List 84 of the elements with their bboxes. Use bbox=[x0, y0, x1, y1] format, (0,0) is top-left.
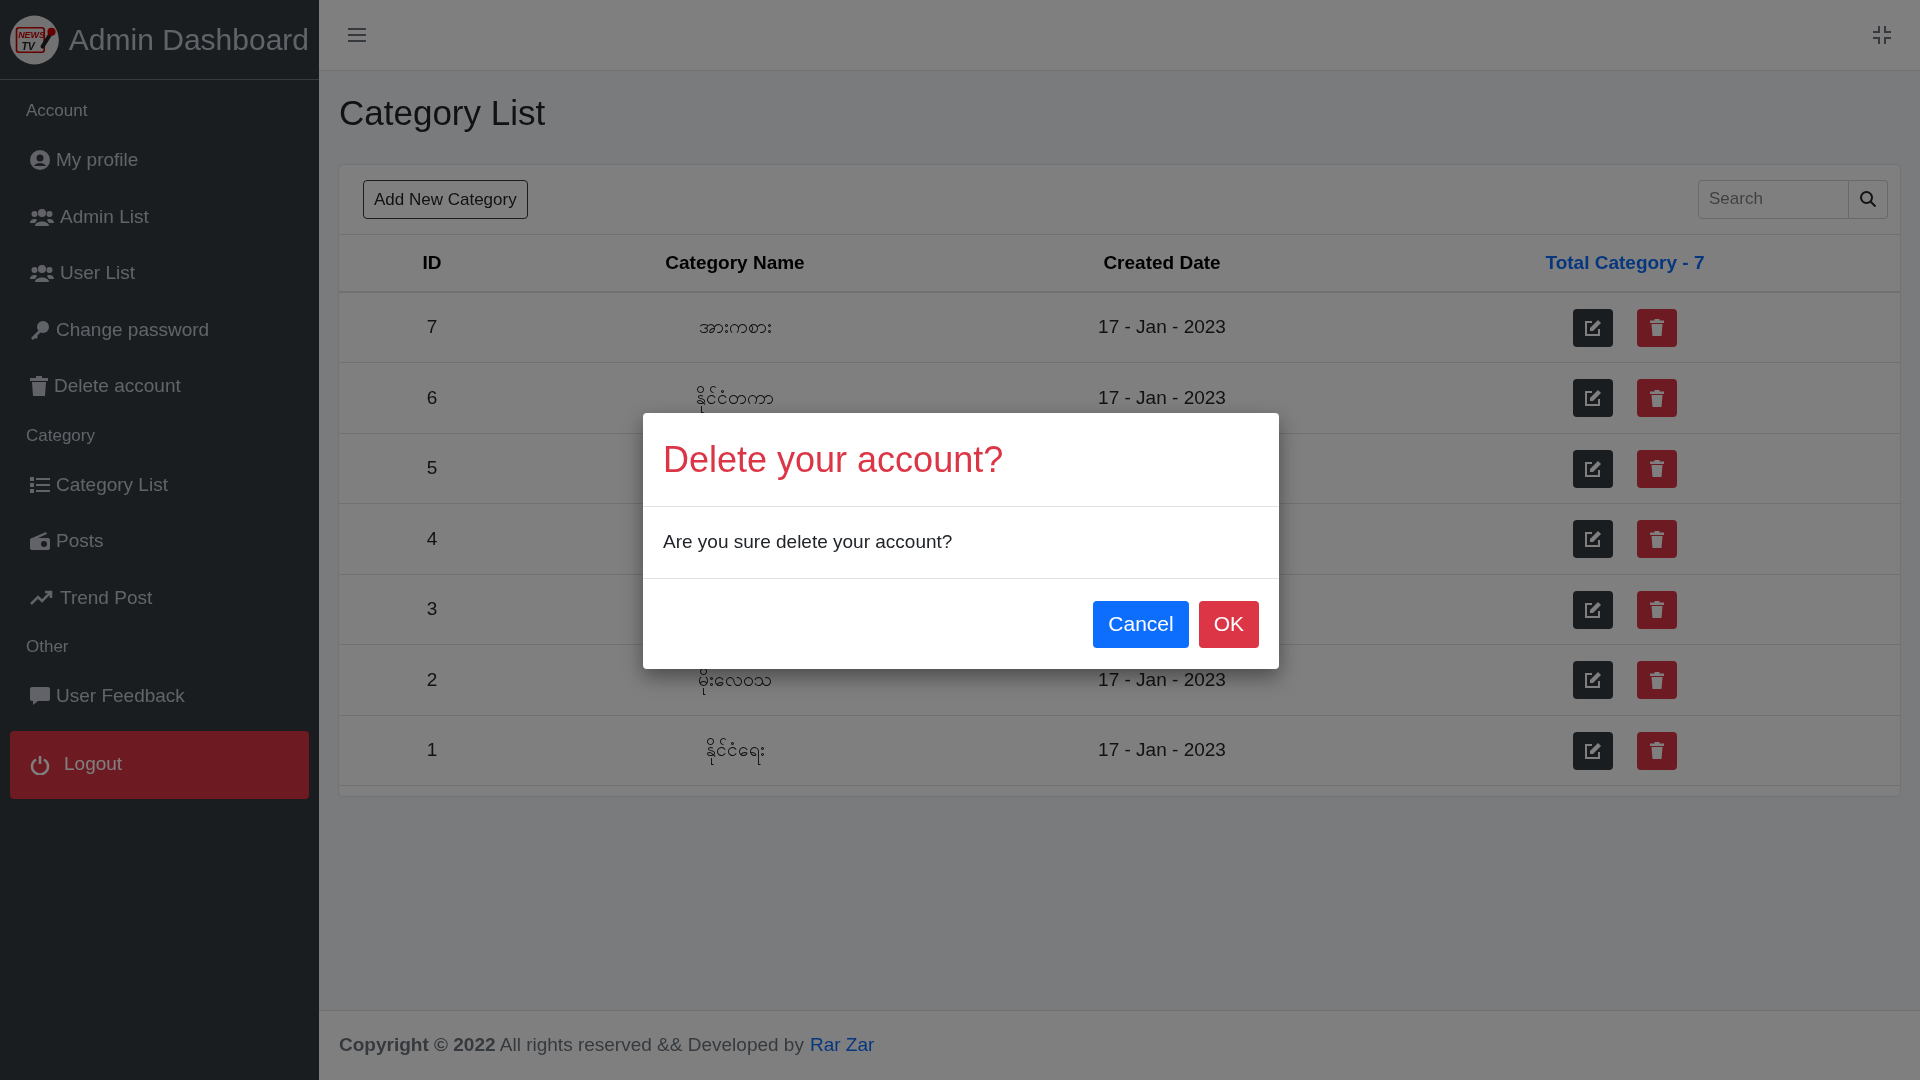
add-category-button[interactable]: Add New Category bbox=[363, 179, 528, 219]
table-cell-text: 5 bbox=[426, 456, 438, 481]
total-count: Total Category - 7 bbox=[1545, 251, 1705, 273]
sidebar-item[interactable]: Posts bbox=[10, 513, 309, 570]
delete-button[interactable] bbox=[1637, 308, 1677, 347]
users-icon bbox=[30, 264, 54, 283]
modal-message: Are you sure delete your account? bbox=[663, 530, 953, 555]
edit-icon bbox=[1584, 530, 1602, 548]
logout-button[interactable]: Logout bbox=[10, 730, 309, 799]
cancel-button[interactable]: Cancel bbox=[1093, 600, 1189, 648]
sidebar-item[interactable]: User Feedback bbox=[10, 668, 309, 725]
table-cell-text: 17 - Jan - 2023 bbox=[1098, 667, 1226, 692]
table-cell-text: 1 bbox=[426, 738, 438, 763]
sidebar-item[interactable]: User List bbox=[10, 245, 309, 302]
comment-icon bbox=[30, 686, 50, 707]
key-icon bbox=[30, 319, 50, 340]
table-cell: နိုင်ငံရေး bbox=[705, 732, 765, 769]
section-heading: Other bbox=[25, 636, 70, 659]
trash-icon bbox=[1650, 389, 1664, 407]
table-cell: နိုင်ငံတကာ bbox=[696, 379, 774, 417]
compress-icon[interactable] bbox=[1872, 25, 1892, 45]
edit-icon bbox=[1584, 741, 1602, 760]
edit-icon bbox=[1584, 459, 1602, 478]
edit-icon bbox=[1584, 318, 1602, 337]
delete-button[interactable] bbox=[1637, 449, 1677, 488]
ok-button[interactable]: OK bbox=[1198, 600, 1259, 648]
trash-icon bbox=[1650, 460, 1664, 477]
trash-icon bbox=[1650, 319, 1664, 336]
sidebar-item[interactable]: Trend Post bbox=[10, 569, 309, 626]
column-header: ID bbox=[422, 251, 442, 273]
trash-icon bbox=[1650, 671, 1664, 689]
copyright-text: Copyright © 2022 All rights reserved && Developed by bbox=[339, 1033, 804, 1058]
edit-button[interactable] bbox=[1573, 308, 1613, 347]
trash-icon bbox=[1650, 601, 1664, 618]
sidebar-item[interactable]: Admin List bbox=[10, 188, 309, 245]
edit-button[interactable] bbox=[1573, 590, 1613, 629]
edit-button[interactable] bbox=[1573, 731, 1613, 770]
trash-icon bbox=[30, 376, 48, 397]
search-field[interactable]: Search bbox=[1698, 179, 1849, 219]
table-cell-text: 17 - Jan - 2023 bbox=[1098, 385, 1226, 410]
delete-button[interactable] bbox=[1637, 661, 1677, 699]
menu-icon[interactable] bbox=[347, 27, 367, 43]
user-circle-icon bbox=[30, 150, 50, 171]
column-header: Created Date bbox=[1103, 251, 1221, 273]
section-heading: Category bbox=[25, 424, 96, 447]
sidebar-item[interactable]: Delete account bbox=[10, 358, 309, 415]
table-cell-text: 17 - Jan - 2023 bbox=[1098, 738, 1226, 763]
delete-button[interactable] bbox=[1637, 520, 1677, 558]
delete-button[interactable] bbox=[1637, 590, 1677, 629]
table-cell-text: 7 bbox=[426, 315, 438, 340]
edit-button[interactable] bbox=[1573, 661, 1613, 699]
search-button[interactable] bbox=[1849, 179, 1888, 219]
delete-button[interactable] bbox=[1637, 731, 1677, 770]
developer-link[interactable]: Rar Zar bbox=[809, 1031, 875, 1060]
delete-button[interactable] bbox=[1637, 379, 1677, 417]
page-title: Category List bbox=[339, 92, 547, 134]
sidebar-item[interactable]: My profile bbox=[10, 132, 309, 189]
section-heading: Account bbox=[25, 100, 89, 123]
edit-button[interactable] bbox=[1573, 449, 1613, 488]
trash-icon bbox=[1650, 530, 1664, 548]
list-icon bbox=[30, 475, 50, 494]
table-cell-text: အားကစား bbox=[698, 315, 772, 340]
users-icon bbox=[30, 207, 54, 226]
table-cell: မိုးလေဝသ bbox=[698, 661, 772, 699]
table-cell-text: 6 bbox=[426, 385, 438, 410]
power-icon bbox=[30, 754, 50, 775]
modal-title: Delete your account? bbox=[663, 437, 1004, 482]
table-cell-text: 17 - Jan - 2023 bbox=[1098, 315, 1226, 340]
edit-icon bbox=[1584, 389, 1602, 407]
trend-icon bbox=[30, 589, 54, 606]
edit-icon bbox=[1584, 671, 1602, 689]
sidebar-item[interactable]: Change password bbox=[10, 301, 309, 358]
column-header: Category Name bbox=[665, 251, 805, 273]
edit-button[interactable] bbox=[1573, 379, 1613, 417]
edit-button[interactable] bbox=[1573, 520, 1613, 558]
sidebar-item[interactable]: Category List bbox=[10, 456, 309, 513]
table-cell-text: 2 bbox=[426, 667, 438, 692]
trash-icon bbox=[1650, 742, 1664, 759]
table-cell-text: 4 bbox=[426, 526, 438, 551]
search-icon bbox=[1859, 190, 1877, 209]
edit-icon bbox=[1584, 600, 1602, 619]
brand-title[interactable]: Admin Dashboard bbox=[68, 17, 309, 62]
radio-icon bbox=[30, 532, 50, 551]
table-cell-text: 3 bbox=[426, 597, 438, 622]
